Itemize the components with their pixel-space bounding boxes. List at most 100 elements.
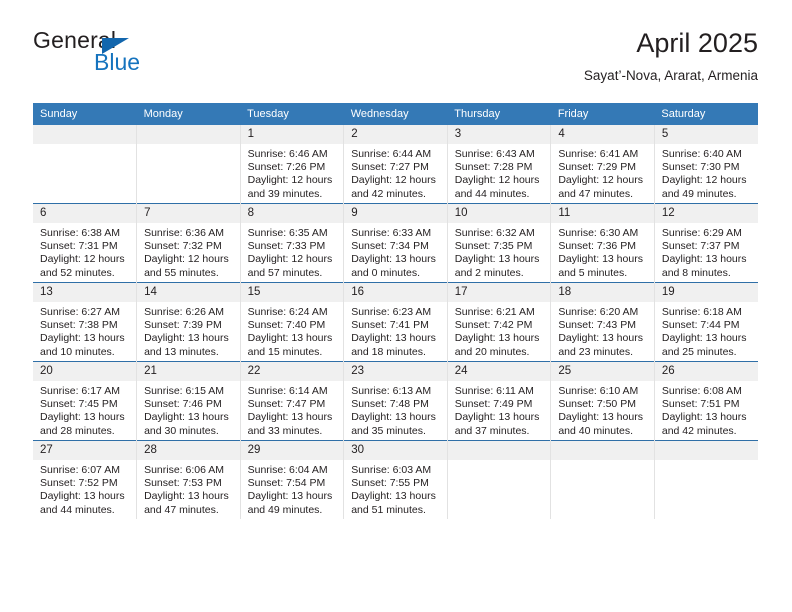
day-number: 9 (344, 204, 447, 223)
day-info-line: Daylight: 13 hours (661, 253, 747, 266)
day-info-line: Sunset: 7:28 PM (454, 161, 533, 174)
day-info-line: and 37 minutes. (454, 424, 530, 437)
day-sun-info: Sunrise: 6:06 AM Sunset: 7:53 PM Daylight:… (137, 460, 240, 517)
calendar-day-cell[interactable]: 16 Sunrise: 6:23 AM Sunset: 7:41 PM Dayligh… (343, 282, 448, 362)
day-number: 15 (240, 283, 344, 302)
weekday-header-friday: Friday (550, 103, 655, 125)
location-subtitle: Sayat’-Nova, Ararat, Armenia (583, 68, 758, 83)
calendar-day-cell[interactable]: 12 Sunrise: 6:29 AM Sunset: 7:37 PM Dayligh… (654, 203, 758, 283)
calendar-day-cell[interactable]: 27 Sunrise: 6:07 AM Sunset: 7:52 PM Dayligh… (33, 440, 138, 519)
day-info-line: Sunrise: 6:14 AM (247, 385, 328, 397)
day-info-line: Sunrise: 6:35 AM (247, 227, 328, 239)
day-info-line: Daylight: 13 hours (351, 332, 436, 345)
calendar-day-cell[interactable]: 3 Sunrise: 6:43 AM Sunset: 7:28 PM Daylight… (447, 125, 552, 204)
day-info-line: Sunrise: 6:10 AM (558, 385, 639, 397)
day-info-line: Daylight: 13 hours (247, 490, 333, 503)
day-info-line: Sunset: 7:50 PM (558, 398, 636, 411)
calendar-day-cell[interactable]: 11 Sunrise: 6:30 AM Sunset: 7:36 PM Dayligh… (550, 203, 655, 283)
day-info-line: Daylight: 12 hours (558, 174, 643, 187)
day-info-line: and 39 minutes. (247, 187, 323, 200)
day-info-line: Sunrise: 6:07 AM (40, 464, 120, 476)
calendar-day-cell[interactable]: 14 Sunrise: 6:26 AM Sunset: 7:39 PM Dayligh… (136, 282, 241, 362)
calendar-day-cell[interactable]: 25 Sunrise: 6:10 AM Sunset: 7:50 PM Dayligh… (550, 361, 655, 441)
day-sun-info: Sunrise: 6:15 AM Sunset: 7:46 PM Daylight:… (137, 381, 240, 438)
day-number: 7 (137, 204, 240, 223)
calendar-day-cell[interactable]: 5 Sunrise: 6:40 AM Sunset: 7:30 PM Daylight… (654, 125, 758, 204)
day-number: 20 (33, 362, 137, 381)
day-number: 27 (33, 441, 137, 460)
calendar-day-cell[interactable]: 6 Sunrise: 6:38 AM Sunset: 7:31 PM Daylight… (33, 203, 138, 283)
day-number: 12 (654, 204, 758, 223)
day-info-line: Sunrise: 6:23 AM (351, 306, 432, 318)
calendar-week-row: 20 Sunrise: 6:17 AM Sunset: 7:45 PM Dayligh… (33, 361, 758, 441)
day-sun-info: Sunrise: 6:27 AM Sunset: 7:38 PM Daylight:… (33, 302, 136, 359)
day-info-line: Sunrise: 6:32 AM (454, 227, 535, 239)
day-sun-info: Sunrise: 6:26 AM Sunset: 7:39 PM Daylight:… (137, 302, 240, 359)
day-number: 26 (654, 362, 758, 381)
day-number: 1 (240, 125, 344, 144)
day-number: 30 (344, 441, 447, 460)
day-info-line: and 55 minutes. (144, 266, 219, 279)
calendar-day-cell[interactable]: 10 Sunrise: 6:32 AM Sunset: 7:35 PM Dayligh… (447, 203, 552, 283)
day-info-line: Daylight: 13 hours (40, 411, 125, 424)
calendar-day-cell[interactable]: 22 Sunrise: 6:14 AM Sunset: 7:47 PM Dayligh… (240, 361, 345, 441)
brand-logo[interactable]: General Blue (33, 27, 263, 89)
calendar-day-cell[interactable]: 2 Sunrise: 6:44 AM Sunset: 7:27 PM Daylight… (343, 125, 448, 204)
calendar-day-cell[interactable]: 9 Sunrise: 6:33 AM Sunset: 7:34 PM Daylight… (343, 203, 448, 283)
day-info-line: and 40 minutes. (558, 424, 634, 437)
page-header: General Blue April 2025 Sayat’-Nova, Ara… (33, 27, 758, 93)
day-sun-info: Sunrise: 6:17 AM Sunset: 7:45 PM Daylight:… (33, 381, 136, 438)
day-info-line: Daylight: 13 hours (144, 411, 229, 424)
day-info-line: Sunset: 7:36 PM (558, 240, 636, 253)
brand-name-blue: Blue (94, 49, 141, 75)
day-info-line: Sunrise: 6:24 AM (247, 306, 328, 318)
calendar-day-cell[interactable]: 1 Sunrise: 6:46 AM Sunset: 7:26 PM Daylight… (240, 125, 345, 204)
day-sun-info: Sunrise: 6:11 AM Sunset: 7:49 PM Daylight:… (448, 381, 551, 438)
day-info-line: and 52 minutes. (40, 266, 115, 279)
weekday-header-saturday: Saturday (654, 103, 758, 125)
day-info-line: and 44 minutes. (454, 187, 530, 200)
day-info-line: and 30 minutes. (144, 424, 219, 437)
day-number: 3 (447, 125, 551, 144)
calendar-day-cell[interactable]: 28 Sunrise: 6:06 AM Sunset: 7:53 PM Dayligh… (136, 440, 241, 519)
day-info-line: Sunrise: 6:17 AM (40, 385, 120, 397)
day-sun-info: Sunrise: 6:41 AM Sunset: 7:29 PM Daylight:… (551, 144, 654, 201)
day-info-line: Daylight: 13 hours (661, 411, 747, 424)
day-info-line: Daylight: 12 hours (351, 174, 436, 187)
calendar-day-cell[interactable]: 8 Sunrise: 6:35 AM Sunset: 7:33 PM Daylight… (240, 203, 345, 283)
calendar-week-row: 1 Sunrise: 6:46 AM Sunset: 7:26 PM Daylight… (33, 125, 758, 204)
day-info-line: Sunset: 7:32 PM (144, 240, 222, 253)
calendar-day-cell[interactable]: 4 Sunrise: 6:41 AM Sunset: 7:29 PM Daylight… (550, 125, 655, 204)
day-info-line: and 42 minutes. (661, 424, 737, 437)
calendar-day-cell[interactable]: 18 Sunrise: 6:20 AM Sunset: 7:43 PM Dayligh… (550, 282, 655, 362)
day-info-line: Sunrise: 6:46 AM (247, 148, 328, 160)
day-number (654, 441, 758, 460)
calendar-day-cell[interactable]: 30 Sunrise: 6:03 AM Sunset: 7:55 PM Dayligh… (343, 440, 448, 519)
calendar-table: Sunday Monday Tuesday Wednesday Thursday… (33, 103, 758, 519)
day-sun-info: Sunrise: 6:07 AM Sunset: 7:52 PM Daylight:… (33, 460, 136, 517)
day-info-line: Daylight: 12 hours (454, 174, 540, 187)
day-info-line: and 10 minutes. (40, 345, 115, 358)
day-info-line: Sunrise: 6:36 AM (144, 227, 225, 239)
calendar-day-cell[interactable]: 15 Sunrise: 6:24 AM Sunset: 7:40 PM Dayligh… (240, 282, 345, 362)
calendar-day-cell[interactable]: 19 Sunrise: 6:18 AM Sunset: 7:44 PM Dayligh… (654, 282, 758, 362)
day-sun-info: Sunrise: 6:03 AM Sunset: 7:55 PM Daylight:… (344, 460, 447, 517)
calendar-day-cell[interactable]: 23 Sunrise: 6:13 AM Sunset: 7:48 PM Dayligh… (343, 361, 448, 441)
calendar-day-cell[interactable]: 13 Sunrise: 6:27 AM Sunset: 7:38 PM Dayligh… (33, 282, 138, 362)
calendar-day-cell[interactable]: 20 Sunrise: 6:17 AM Sunset: 7:45 PM Dayligh… (33, 361, 138, 441)
calendar-body: 1 Sunrise: 6:46 AM Sunset: 7:26 PM Daylight… (33, 125, 758, 519)
calendar-day-cell[interactable]: 17 Sunrise: 6:21 AM Sunset: 7:42 PM Dayligh… (447, 282, 552, 362)
day-info-line: Sunset: 7:46 PM (144, 398, 222, 411)
day-info-line: Daylight: 13 hours (351, 253, 436, 266)
day-info-line: Sunset: 7:41 PM (351, 319, 429, 332)
day-info-line: Sunset: 7:31 PM (40, 240, 118, 253)
day-sun-info: Sunrise: 6:21 AM Sunset: 7:42 PM Daylight:… (448, 302, 551, 359)
calendar-day-cell[interactable]: 21 Sunrise: 6:15 AM Sunset: 7:46 PM Dayligh… (136, 361, 241, 441)
day-info-line: Daylight: 13 hours (247, 411, 333, 424)
calendar-empty-cell (654, 440, 758, 519)
calendar-day-cell[interactable]: 24 Sunrise: 6:11 AM Sunset: 7:49 PM Dayligh… (447, 361, 552, 441)
day-info-line: Sunrise: 6:40 AM (661, 148, 742, 160)
calendar-day-cell[interactable]: 26 Sunrise: 6:08 AM Sunset: 7:51 PM Dayligh… (654, 361, 758, 441)
calendar-day-cell[interactable]: 7 Sunrise: 6:36 AM Sunset: 7:32 PM Daylight… (136, 203, 241, 283)
calendar-day-cell[interactable]: 29 Sunrise: 6:04 AM Sunset: 7:54 PM Dayligh… (240, 440, 345, 519)
